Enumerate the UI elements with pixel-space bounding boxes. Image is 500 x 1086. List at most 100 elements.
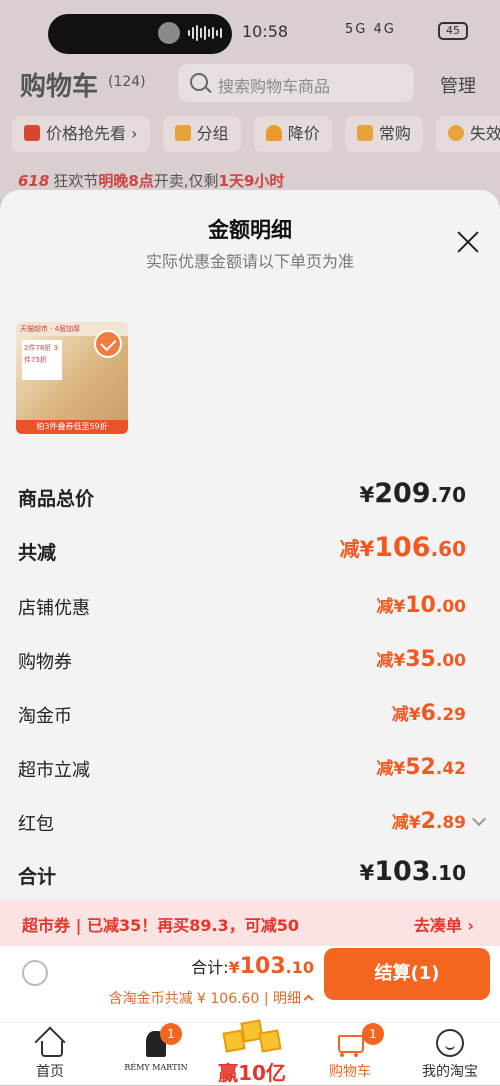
bag-icon [356,125,373,141]
row-amount: 减¥2.89 [392,808,466,834]
search-icon [190,73,208,91]
row-amount: 减¥6.29 [392,700,466,726]
chip-price-drop[interactable]: 降价 [253,116,332,152]
row-label: 淘金币 [18,706,72,727]
close-icon[interactable] [456,230,480,254]
currency-symbol: ¥ [359,537,375,561]
price-tag-icon [24,125,40,141]
row-label: 合计 [18,866,57,888]
detail-toggle[interactable]: 明细 [273,991,301,1007]
home-icon [36,1029,64,1057]
currency-symbol: ¥ [393,651,406,671]
amount-integer: 35 [405,647,436,672]
notification-badge: 1 [362,1023,384,1045]
filter-chips: 价格抢先看 › 分组 降价 常购 失效 [0,116,500,160]
row-label: 红包 [18,814,54,835]
chip-frequent[interactable]: 常购 [344,116,423,152]
nav-cart[interactable]: 1 购物车 [300,1023,400,1086]
promo-campaign-logo[interactable]: 赢10亿 [212,1019,292,1085]
audio-wave-icon [188,24,224,42]
avatar [158,22,180,44]
amount-decimal: .00 [435,651,466,671]
chip-label: 常购 [378,124,411,143]
chip-price-preview[interactable]: 价格抢先看 › [12,116,150,152]
currency-symbol: ¥ [228,958,240,977]
nav-home[interactable]: 首页 [0,1023,100,1086]
amount-decimal: .00 [435,597,466,617]
currency-symbol: ¥ [359,861,375,885]
product-discount-badge: 2件78折 3件75折 [22,340,62,380]
currency-symbol: ¥ [359,483,375,507]
chip-invalid[interactable]: 失效 [435,116,500,152]
cart-count: (124) [108,74,146,90]
row-shopping-voucher: 购物券 减¥35.00 [0,642,500,682]
search-input[interactable]: 搜索购物车商品 [178,64,414,102]
row-label: 购物券 [18,652,72,673]
amount-decimal: .29 [435,705,466,725]
row-amount: 减¥35.00 [376,646,466,672]
row-amount: 减¥52.42 [376,754,466,780]
chip-group[interactable]: 分组 [162,116,241,152]
row-store-discount: 店铺优惠 减¥10.00 [0,588,500,628]
checkout-button[interactable]: 结算(1) [324,948,490,1000]
chip-label: 失效 [469,124,500,143]
amount-integer: 2 [420,809,436,834]
select-all-checkbox[interactable] [22,960,48,986]
promo-highlight: 明晚8点 [98,172,154,190]
clock: 10:58 [242,22,289,41]
brand-text: RÉMY MARTIN [124,1063,188,1072]
row-amount: 减¥106.60 [340,532,466,563]
currency-symbol: ¥ [393,597,406,617]
chevron-down-icon[interactable] [471,811,487,827]
row-total-discount: 共减 减¥106.60 [0,532,500,572]
check-icon [94,330,122,358]
nav-label: 首页 [36,1064,64,1080]
sheet-subtitle: 实际优惠金额请以下单页为准 [145,252,354,271]
folder-icon [174,125,191,141]
discount-summary-text: 含淘金币共减 ¥ 106.60 | [108,991,269,1007]
amount-decimal: .89 [435,813,466,833]
chevron-up-icon [303,994,314,1005]
add-items-link[interactable]: 去凑单 › [414,912,474,936]
amount-detail-sheet: 金额明细 实际优惠金额请以下单页为准 天猫超市 · 4层加厚 2件78折 3件7… [0,190,500,1022]
battery-icon: 45 [438,22,468,40]
amount-decimal: .10 [430,861,466,885]
currency-symbol: ¥ [393,759,406,779]
amount-decimal: .70 [430,483,466,507]
row-label: 共减 [18,542,57,564]
total-decimal: .10 [285,958,314,977]
promo-tag: 618 [18,172,50,190]
discount-prefix: 减 [376,759,394,779]
amount-integer: 103 [374,856,431,887]
row-label: 商品总价 [18,488,95,510]
nav-label: 购物车 [329,1064,371,1080]
brand-ad-logo[interactable]: RÉMY MARTIN 1 [124,1023,188,1083]
gift-box-icon [220,1019,282,1057]
bottom-nav: 首页 RÉMY MARTIN 1 赢10亿 1 购物车 我的淘宝 [0,1019,500,1086]
row-taojinbi: 淘金币 减¥6.29 [0,696,500,736]
discount-prefix: 减 [376,651,394,671]
search-placeholder: 搜索购物车商品 [218,77,331,96]
row-grand-total: 合计 ¥103.10 [0,856,500,896]
amount-decimal: .60 [430,537,466,561]
row-red-packet[interactable]: 红包 减¥2.89 [0,804,500,844]
status-bar: 10:58 5G 4G 45 [0,0,500,62]
chip-label: 降价 [287,124,320,143]
product-promo-strip: 拍3件叠券低至59折 [16,420,128,434]
manage-button[interactable]: 管理 [440,72,476,98]
product-thumbnail[interactable]: 天猫超市 · 4层加厚 2件78折 3件75折 拍3件叠券低至59折 [16,322,128,434]
cart-icon [334,1031,364,1057]
notification-badge: 1 [160,1023,182,1045]
chip-label: 分组 [196,124,229,143]
amount-integer: 106 [374,532,431,563]
sheet-title: 金额明细 [208,218,292,242]
amount-decimal: .42 [435,759,466,779]
down-arrow-icon [265,125,282,141]
currency-symbol: ¥ [408,705,421,725]
discount-prefix: 减 [391,813,409,833]
discount-summary[interactable]: 含淘金币共减 ¥ 106.60 | 明细 [108,988,314,1008]
row-subtotal: 商品总价 ¥209.70 [0,478,500,518]
promo-text: 狂欢节 [53,172,99,190]
nav-label: 我的淘宝 [422,1064,478,1080]
nav-profile[interactable]: 我的淘宝 [400,1023,500,1086]
